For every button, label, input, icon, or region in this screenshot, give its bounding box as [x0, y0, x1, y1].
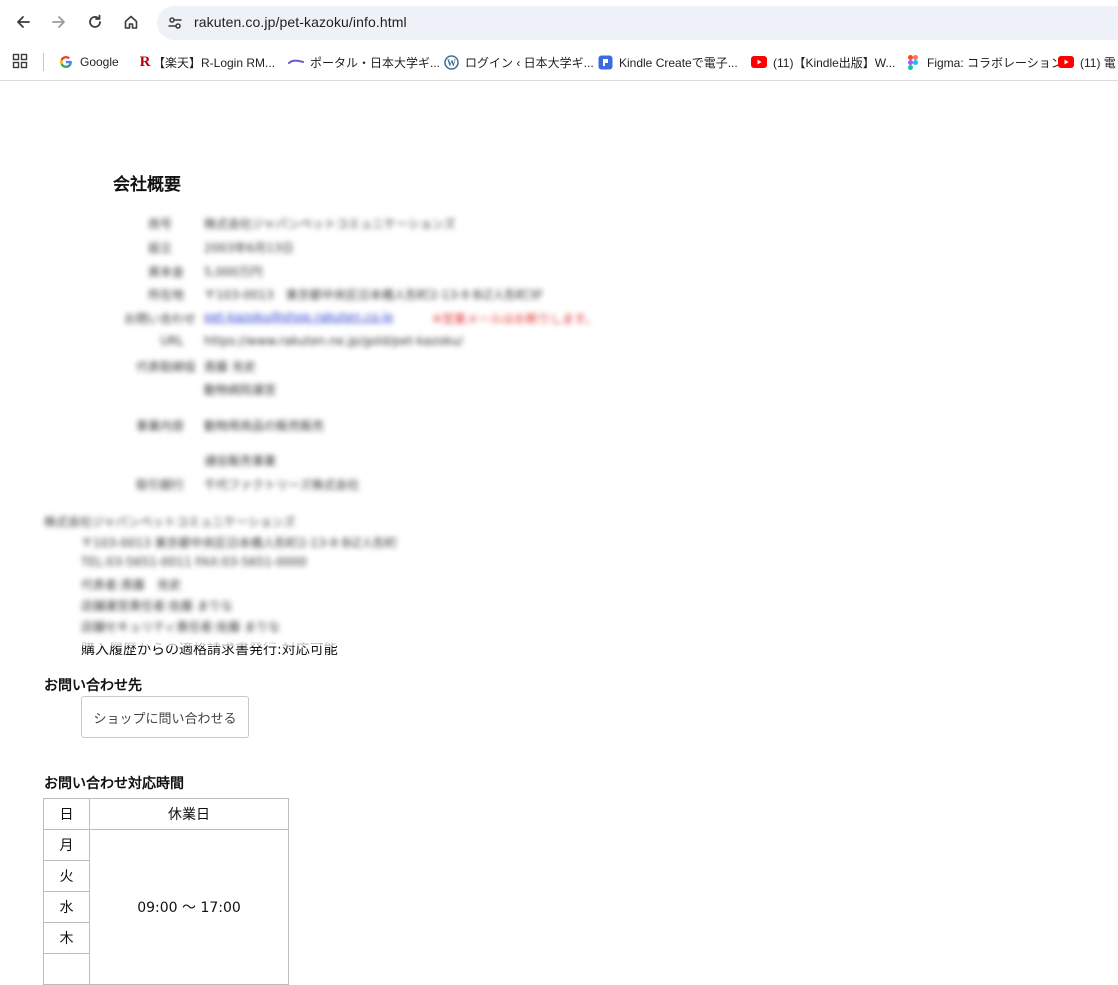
forward-button[interactable] — [45, 8, 73, 36]
footer-address: 〒103-0013 東京都中央区日本橋人形町2-13-9 BiZ人形町 — [81, 536, 398, 550]
rakuten-r-icon: R — [139, 53, 151, 70]
kindle-create-icon — [597, 54, 613, 70]
footer-company-name: 株式会社ジャパンペットコミュニケーションズ — [44, 515, 296, 529]
day-cell — [43, 953, 90, 985]
apps-grid-icon[interactable] — [12, 53, 28, 69]
bookmark-label: (11) 電 — [1080, 55, 1116, 70]
info-label: 取引銀行 — [135, 478, 184, 492]
reload-icon — [89, 14, 101, 28]
bookmark-label: ポータル・日本大学ギ... — [310, 55, 441, 70]
bookmark-figma[interactable]: Figma: コラボレーション... — [905, 53, 1073, 71]
contact-heading: お問い合わせ先 — [44, 678, 142, 694]
bookmark-label: (11)【Kindle出版】W... — [773, 55, 896, 70]
home-button[interactable] — [117, 8, 145, 36]
footer-tel-fax: TEL:03-5651-0011 FAX:03-5651-0000 — [81, 555, 307, 569]
bookmark-label: Google — [80, 55, 119, 69]
time-cell: 09:00 〜 17:00 — [89, 829, 289, 985]
info-value: 斎藤 充史 — [204, 360, 256, 374]
bookmark-label: Kindle Createで電子... — [619, 55, 738, 70]
info-value: 5,000万円 — [204, 265, 263, 279]
invoice-support-text: 購入履歴からの適格請求書発行:対応可能 — [81, 639, 338, 657]
bookmarks-divider — [43, 53, 44, 71]
bookmark-label: 【楽天】R-Login RM... — [153, 55, 276, 70]
day-cell: 水 — [43, 891, 90, 923]
info-label: URL — [160, 334, 184, 348]
hours-heading: お問い合わせ対応時間 — [44, 776, 184, 792]
bookmark-youtube-kindle[interactable]: (11)【Kindle出版】W... — [751, 53, 895, 71]
info-label: 設立 — [147, 241, 172, 255]
info-value: 動物病院運営 — [204, 383, 277, 397]
google-icon — [58, 54, 74, 70]
figma-icon — [905, 54, 921, 70]
bookmark-label: ログイン ‹ 日本大学ギ... — [465, 55, 594, 70]
bookmark-portal[interactable]: ポータル・日本大学ギ... — [288, 53, 440, 71]
footer-security-manager: 店舗セキュリティ責任者:佐藤 まりな — [81, 620, 281, 634]
youtube-icon — [1058, 54, 1074, 70]
contact-shop-button[interactable]: ショップに問い合わせる — [81, 696, 249, 738]
browser-toolbar: rakuten.co.jp/pet-kazoku/info.html — [0, 0, 1118, 44]
bookmark-wordpress-login[interactable]: W ログイン ‹ 日本大学ギ... — [443, 53, 594, 71]
url-text[interactable]: rakuten.co.jp/pet-kazoku/info.html — [194, 14, 407, 30]
day-cell: 月 — [43, 829, 90, 861]
sales-mail-note: ※営業メールはお断りします。 — [432, 312, 597, 326]
info-value: 株式会社ジャパンペットコミュニケーションズ — [204, 217, 456, 231]
back-arrow-icon — [17, 16, 30, 28]
info-label: 商号 — [147, 217, 172, 231]
day-cell: 日 — [43, 798, 90, 830]
footer-representative: 代表者:斎藤 充史 — [81, 578, 182, 592]
hours-table: 日 休業日 月 09:00 〜 17:00 火 水 木 — [43, 798, 289, 985]
info-value: https://www.rakuten.ne.jp/gold/pet-kazok… — [204, 334, 463, 348]
info-value: 〒103-0013 東京都中央区日本橋人形町2-13-9 BiZ人形町3F — [204, 288, 544, 302]
contact-email-link[interactable]: pet-kazoku@shop.rakuten.co.jp — [204, 310, 393, 324]
day-cell: 火 — [43, 860, 90, 892]
table-row: 月 09:00 〜 17:00 — [43, 829, 289, 985]
bookmark-label: Figma: コラボレーション... — [927, 55, 1073, 70]
info-value: 通信販売事業 — [204, 454, 277, 468]
company-overview-heading: 会社概要 — [113, 175, 181, 195]
info-label: 代表取締役 — [135, 360, 196, 374]
svg-text:W: W — [447, 58, 456, 68]
info-value: 2003年6月13日 — [204, 241, 294, 255]
site-info-icon[interactable] — [165, 13, 185, 33]
portal-icon — [288, 54, 304, 70]
home-icon — [124, 15, 138, 29]
bookmark-google[interactable]: Google — [58, 53, 119, 71]
reload-button[interactable] — [81, 8, 109, 36]
time-cell: 休業日 — [89, 798, 289, 830]
bookmarks-bar: Google R 【楽天】R-Login RM... ポータル・日本大学ギ...… — [0, 44, 1118, 81]
bookmark-kindle-create[interactable]: Kindle Createで電子... — [597, 53, 738, 71]
day-cell: 木 — [43, 922, 90, 954]
wordpress-icon: W — [443, 54, 459, 70]
address-bar[interactable]: rakuten.co.jp/pet-kazoku/info.html — [157, 6, 1118, 40]
blur-mask — [81, 639, 338, 646]
info-label: 事業内容 — [135, 419, 184, 433]
forward-arrow-icon — [52, 16, 65, 28]
footer-store-manager: 店舗運営責任者:佐藤 まりな — [81, 599, 233, 613]
info-label: 所在地 — [147, 288, 184, 302]
bookmark-youtube-2[interactable]: (11) 電 — [1058, 53, 1116, 71]
back-button[interactable] — [9, 8, 37, 36]
youtube-icon — [751, 54, 767, 70]
info-label: 資本金 — [147, 265, 184, 279]
bookmark-rakuten-rlogin[interactable]: R 【楽天】R-Login RM... — [137, 53, 275, 71]
info-value: 動物用商品の販売販売 — [204, 419, 325, 433]
info-value: 千代ファクトリーズ株式会社 — [204, 478, 360, 492]
table-row: 日 休業日 — [43, 798, 289, 830]
info-label: お問い合わせ — [123, 312, 196, 326]
